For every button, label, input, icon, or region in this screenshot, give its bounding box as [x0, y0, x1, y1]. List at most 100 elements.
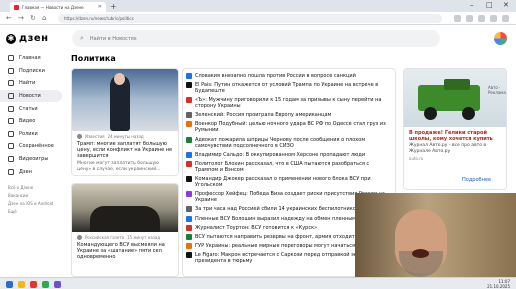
sidebar-item-label: Новости: [19, 93, 41, 100]
sidebar-item-label: Ролики: [19, 130, 38, 137]
card-source: Известия: [85, 134, 105, 139]
sidebar-item[interactable]: Новости: [0, 89, 62, 103]
source-logo-icon: [186, 151, 192, 158]
search-input[interactable]: [89, 35, 290, 42]
logo-text: дзен: [19, 33, 49, 44]
nav-icon: [8, 55, 14, 62]
browser-tab-strip: Главная — Новости на Дзене ✕ + – □ ✕: [0, 0, 516, 12]
sidebar: Главная Подписки Найти Новости Статьи Видео Ро…: [0, 52, 62, 277]
avatar[interactable]: [494, 32, 507, 45]
source-logo-icon: [186, 252, 192, 259]
source-logo-icon: [186, 215, 192, 222]
nav-icon: [8, 105, 14, 112]
sidebar-item[interactable]: Видеоигры: [0, 153, 62, 166]
maximize-button[interactable]: □: [486, 1, 493, 9]
sidebar-item-label: Видеоигры: [19, 156, 49, 163]
nav-icon: [8, 130, 14, 137]
headline-text[interactable]: Журналист Тоуртон: ВСУ готовится к «Курс…: [195, 225, 317, 231]
extensions-icon[interactable]: [454, 15, 461, 22]
headline-row[interactable]: Словакия внезапно пошла против России в …: [183, 71, 395, 80]
nav-icon: [8, 118, 14, 125]
sidebar-item[interactable]: Статьи: [0, 102, 62, 115]
headline-text[interactable]: Владимир Сальдо: В оккупированном Херсон…: [195, 152, 365, 158]
yandex-browser-icon[interactable]: [30, 281, 37, 288]
headline-text[interactable]: Зеленский: Россия проиграла Европу амери…: [195, 112, 331, 118]
close-tab-icon[interactable]: ✕: [98, 4, 102, 10]
footer-link[interactable]: Вакансии: [8, 192, 62, 200]
headline-row[interactable]: Владимир Сальдо: В оккупированном Херсон…: [183, 150, 395, 159]
headline-row[interactable]: «Ъ»: Мужчину приговорили к 15 годам за п…: [183, 95, 395, 110]
footer-link[interactable]: Всё о Дзене: [8, 184, 62, 192]
profile-icon[interactable]: [490, 15, 497, 22]
nav-icon: [8, 93, 14, 100]
system-clock: 11:07 21.10.2025: [487, 279, 510, 289]
browser-menu-icon[interactable]: [502, 15, 509, 22]
card-headline[interactable]: Командующего ВСУ высмеяли на Украине за …: [72, 240, 178, 262]
footer-link[interactable]: Дзен на iOS и Android: [8, 200, 62, 208]
sidebar-item[interactable]: Подписки: [0, 65, 62, 78]
headline-text[interactable]: Командир Джокер рассказал о применении н…: [195, 176, 392, 188]
sidebar-item[interactable]: Видео: [0, 115, 62, 128]
headline-text[interactable]: «Ъ»: Мужчину приговорили к 15 годам за п…: [195, 97, 392, 109]
nav-icon: [8, 67, 14, 74]
headline-row[interactable]: El Pais: Путин откажется от условий Трам…: [183, 80, 395, 95]
ad-card[interactable]: Авто · Реклама В продаже! Гелики старой …: [403, 68, 507, 190]
headline-row[interactable]: Адвокат пожарила шприцы Чернову после со…: [183, 135, 395, 150]
card-source: Российская газета: [85, 235, 125, 240]
sidebar-item-label: Дзен: [19, 168, 32, 175]
source-logo-icon: [186, 136, 192, 143]
headline-row[interactable]: Политолог Блохин рассказал, что в США пы…: [183, 159, 395, 174]
news-photo: [72, 184, 178, 232]
headline-text[interactable]: За три часа над Россией сбили 14 украинс…: [195, 206, 359, 212]
sidebar-item[interactable]: Главная: [0, 52, 62, 65]
source-logo-icon: [186, 224, 192, 231]
home-icon[interactable]: ⌂: [42, 14, 46, 22]
sidebar-item-label: Сохранённое: [19, 143, 54, 150]
headline-row[interactable]: Военкор Подубный: целью ночного удара ВС…: [183, 120, 395, 135]
source-logo-icon: [186, 160, 192, 167]
back-icon[interactable]: ←: [6, 14, 12, 22]
downloads-icon[interactable]: [478, 15, 485, 22]
source-logo-icon: [186, 191, 192, 198]
headline-text[interactable]: Военкор Подубный: целью ночного удара ВС…: [195, 121, 392, 133]
source-logo-icon: [186, 121, 192, 128]
browser-tab[interactable]: Главная — Новости на Дзене ✕: [10, 2, 106, 12]
footer-link[interactable]: Ещё: [8, 208, 62, 216]
search-bar[interactable]: ⌕: [72, 30, 440, 47]
ad-title[interactable]: В продаже! Гелики старой школы, кому хоч…: [404, 127, 506, 142]
headline-row[interactable]: Зеленский: Россия проиграла Европу амери…: [183, 111, 395, 120]
headline-text[interactable]: Адвокат пожарила шприцы Чернову после со…: [195, 137, 392, 149]
chrome-icon[interactable]: [42, 281, 49, 288]
close-window-button[interactable]: ✕: [503, 1, 509, 9]
sidebar-item[interactable]: Ролики: [0, 128, 62, 141]
url-field[interactable]: https://dzen.ru/news/rubric/politics: [58, 14, 442, 23]
ad-domain: auto.ru: [409, 156, 424, 161]
address-bar-row: ← → ↻ ⌂ https://dzen.ru/news/rubric/poli…: [0, 12, 516, 25]
ad-body: Журнал Авто.ру - все про авто в Журнале …: [409, 143, 487, 154]
sidebar-item[interactable]: Дзен: [0, 165, 62, 178]
headline-text[interactable]: Пленные ВСУ Волошин выразил надежду на о…: [195, 216, 359, 222]
reload-icon[interactable]: ↻: [30, 14, 36, 22]
sidebar-item[interactable]: Найти: [0, 77, 62, 90]
start-icon[interactable]: [6, 281, 13, 288]
sidebar-item[interactable]: Сохранённое: [0, 140, 62, 153]
news-card[interactable]: Российская газета 15 минут назад Команду…: [71, 183, 179, 277]
ad-cta-button[interactable]: Подробнее: [462, 177, 491, 183]
minimize-button[interactable]: –: [470, 1, 474, 9]
app-icon[interactable]: [54, 281, 61, 288]
forward-icon[interactable]: →: [18, 14, 24, 22]
headline-text[interactable]: Словакия внезапно пошла против России в …: [195, 73, 356, 79]
headline-text[interactable]: El Pais: Путин откажется от условий Трам…: [195, 82, 392, 94]
sidebar-item-label: Подписки: [19, 67, 45, 74]
news-card[interactable]: Известия 24 минуты назад Трамп: многие з…: [71, 68, 179, 176]
taskbar: 11:07 21.10.2025: [0, 277, 516, 289]
file-explorer-icon[interactable]: [18, 281, 25, 288]
headline-text[interactable]: ВСУ пытаются направить резервы на фронт,…: [195, 234, 355, 240]
dzen-logo[interactable]: ✱ дзен: [6, 33, 49, 44]
bookmarks-icon[interactable]: [466, 15, 473, 22]
headline-text[interactable]: Политолог Блохин рассказал, что в США пы…: [195, 161, 392, 173]
new-tab-button[interactable]: +: [110, 2, 117, 11]
card-headline[interactable]: Трамп: многие заплатят большую цену, есл…: [72, 139, 178, 161]
source-logo-icon: [186, 176, 192, 183]
headline-row[interactable]: Командир Джокер рассказал о применении н…: [183, 175, 395, 190]
